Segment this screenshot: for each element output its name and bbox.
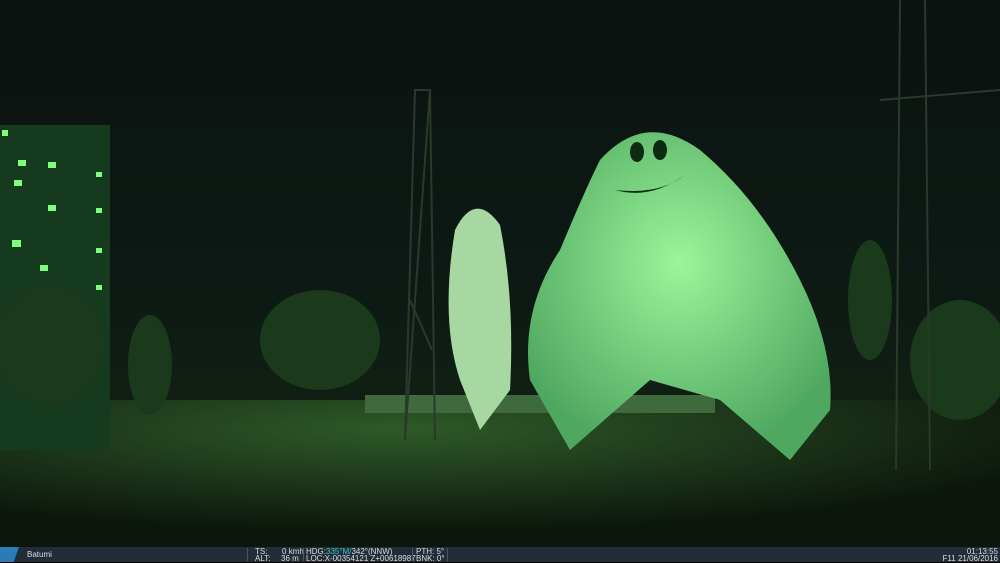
night-scene xyxy=(0,0,1000,547)
logo-icon xyxy=(0,547,26,562)
alt-label: ALT: xyxy=(255,554,271,563)
game-viewport[interactable] xyxy=(0,0,1000,547)
status-bar: Batumi TS: ALT: 0 kmh 36 m HDG:335°M/342… xyxy=(0,547,1000,563)
clock-date: F11 21/06/2016 xyxy=(942,554,998,563)
low-building xyxy=(365,395,715,413)
bank: BNK: 0° xyxy=(416,554,445,563)
ground xyxy=(0,400,1000,547)
location-name: Batumi xyxy=(27,550,52,559)
